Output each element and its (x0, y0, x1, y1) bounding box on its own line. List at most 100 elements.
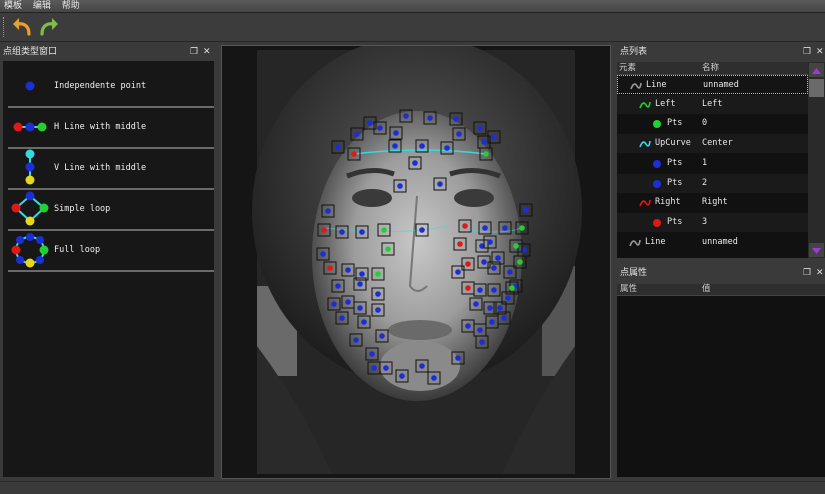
landmark-point[interactable] (491, 134, 497, 140)
landmark-point[interactable] (487, 239, 493, 245)
landmark-point[interactable] (339, 229, 345, 235)
float-icon[interactable]: ❐ (190, 45, 198, 59)
tree-row[interactable]: Left Left (617, 94, 808, 114)
landmark-point[interactable] (507, 269, 513, 275)
landmark-point[interactable] (399, 373, 405, 379)
tree-row[interactable]: UpCurve Center (617, 134, 808, 154)
landmark-point[interactable] (455, 355, 461, 361)
landmark-point[interactable] (371, 365, 377, 371)
point-type-h-line[interactable]: H Line with middle (8, 107, 214, 149)
landmark-point[interactable] (427, 115, 433, 121)
landmark-point[interactable] (375, 271, 381, 277)
landmark-point[interactable] (375, 307, 381, 313)
landmark-point[interactable] (331, 301, 337, 307)
landmark-point[interactable] (377, 125, 383, 131)
landmark-point[interactable] (335, 144, 341, 150)
landmark-point[interactable] (517, 259, 523, 265)
landmark-point[interactable] (513, 243, 519, 249)
landmark-point[interactable] (339, 315, 345, 321)
menu-help[interactable]: 帮助 (58, 0, 84, 12)
landmark-point[interactable] (385, 246, 391, 252)
landmark-point[interactable] (419, 363, 425, 369)
landmark-point[interactable] (482, 225, 488, 231)
tree-row[interactable]: Line unnamed (617, 233, 808, 252)
landmark-point[interactable] (320, 251, 326, 257)
landmark-point[interactable] (327, 265, 333, 271)
column-element[interactable]: 元素 (619, 62, 636, 74)
landmark-point[interactable] (465, 285, 471, 291)
landmark-point[interactable] (501, 315, 507, 321)
scroll-down-button[interactable] (809, 243, 824, 257)
landmark-point[interactable] (491, 265, 497, 271)
point-type-independent[interactable]: Independente point (8, 66, 214, 108)
point-tree-scrollbar[interactable] (808, 62, 825, 258)
point-type-full-loop[interactable]: Full loop (8, 230, 214, 272)
landmark-point[interactable] (519, 225, 525, 231)
point-type-simple-loop[interactable]: Simple loop (8, 189, 214, 231)
landmark-point[interactable] (369, 351, 375, 357)
landmark-point[interactable] (465, 323, 471, 329)
landmark-point[interactable] (479, 339, 485, 345)
close-icon[interactable]: ✕ (816, 45, 824, 59)
float-icon[interactable]: ❐ (803, 266, 811, 280)
landmark-point[interactable] (502, 225, 508, 231)
landmark-point[interactable] (345, 267, 351, 273)
landmark-point[interactable] (437, 181, 443, 187)
landmark-point[interactable] (335, 283, 341, 289)
landmark-point[interactable] (419, 227, 425, 233)
landmark-point[interactable] (393, 130, 399, 136)
undo-button[interactable] (11, 16, 33, 38)
landmark-point[interactable] (375, 291, 381, 297)
landmark-point[interactable] (403, 113, 409, 119)
landmark-point[interactable] (523, 207, 529, 213)
landmark-point[interactable] (359, 229, 365, 235)
landmark-point[interactable] (381, 227, 387, 233)
column-name[interactable]: 名称 (702, 62, 719, 74)
landmark-point[interactable] (359, 271, 365, 277)
landmark-point[interactable] (357, 305, 363, 311)
landmark-point[interactable] (457, 241, 463, 247)
landmark-point[interactable] (509, 285, 515, 291)
menu-template[interactable]: 模板 (0, 0, 26, 12)
close-icon[interactable]: ✕ (203, 45, 211, 59)
redo-button[interactable] (38, 16, 60, 38)
landmark-point[interactable] (357, 281, 363, 287)
landmark-point[interactable] (412, 160, 418, 166)
landmark-point[interactable] (392, 143, 398, 149)
landmark-point[interactable] (353, 337, 359, 343)
landmark-point[interactable] (321, 227, 327, 233)
scroll-up-button[interactable] (809, 63, 824, 77)
landmark-point[interactable] (419, 143, 425, 149)
tree-row[interactable]: Pts 3 (617, 212, 808, 232)
landmark-point[interactable] (354, 131, 360, 137)
landmark-point[interactable] (481, 139, 487, 145)
scroll-thumb[interactable] (809, 79, 824, 97)
landmark-point[interactable] (483, 151, 489, 157)
landmark-point[interactable] (397, 183, 403, 189)
column-property[interactable]: 属性 (620, 284, 637, 295)
landmark-point[interactable] (487, 305, 493, 311)
landmark-point[interactable] (325, 208, 331, 214)
tree-row[interactable]: Line unnamed (617, 75, 808, 94)
landmark-point[interactable] (361, 319, 367, 325)
landmark-point[interactable] (477, 287, 483, 293)
landmark-point[interactable] (497, 305, 503, 311)
tree-row[interactable]: Right Right (617, 193, 808, 212)
toolbar-grip[interactable] (3, 17, 6, 37)
column-value[interactable]: 值 (702, 284, 711, 295)
float-icon[interactable]: ❐ (803, 45, 811, 59)
tree-row[interactable]: Pts 0 (617, 114, 808, 133)
landmark-point[interactable] (367, 120, 373, 126)
landmark-point[interactable] (383, 365, 389, 371)
image-canvas[interactable] (221, 36, 611, 479)
landmark-point[interactable] (453, 116, 459, 122)
landmark-point[interactable] (456, 131, 462, 137)
point-type-v-line[interactable]: V Line with middle (8, 148, 214, 190)
menu-edit[interactable]: 编辑 (29, 0, 55, 12)
landmark-point[interactable] (455, 269, 461, 275)
tree-row[interactable]: Pts 2 (617, 173, 808, 193)
landmark-point[interactable] (465, 261, 471, 267)
landmark-point[interactable] (351, 151, 357, 157)
landmark-point[interactable] (481, 259, 487, 265)
landmark-point[interactable] (495, 255, 501, 261)
